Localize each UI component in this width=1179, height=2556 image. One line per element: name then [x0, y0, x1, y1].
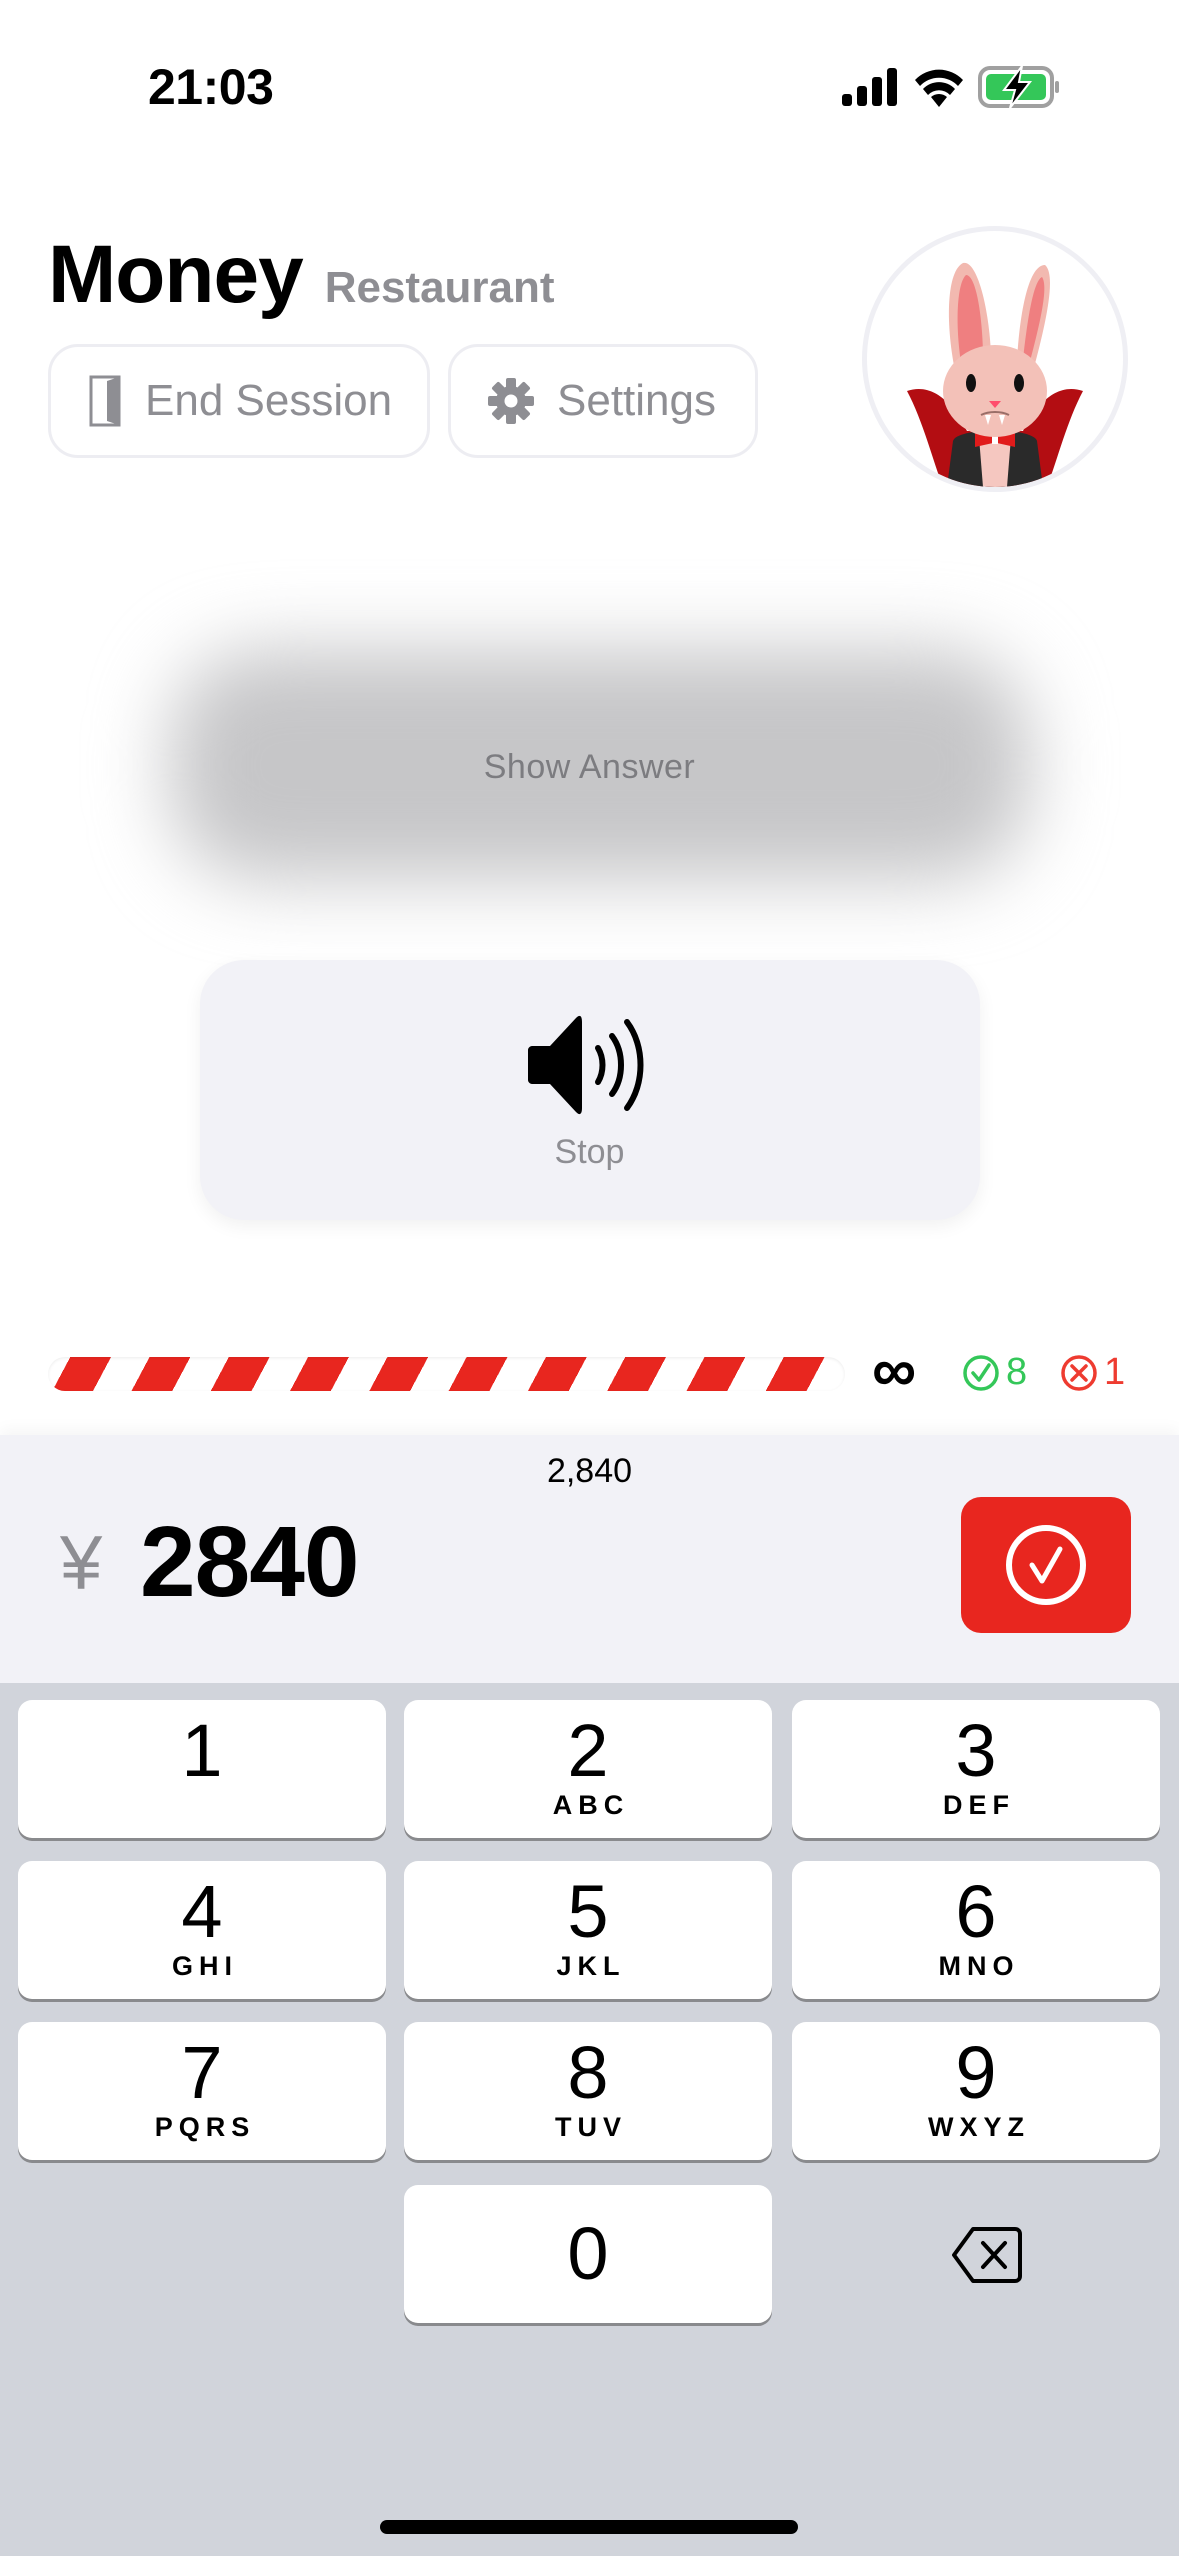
- key-digit: 8: [567, 2031, 609, 2114]
- key-digit: 0: [567, 2212, 609, 2295]
- gear-icon: [488, 378, 534, 424]
- battery-charging-icon: [978, 66, 1059, 108]
- key-4[interactable]: 4 GHI: [18, 1861, 386, 1999]
- key-digit: 1: [181, 1709, 223, 1792]
- show-answer-button[interactable]: Show Answer: [0, 748, 1179, 787]
- key-letters: WXYZ: [928, 2112, 1030, 2142]
- key-5[interactable]: 5 JKL: [404, 1861, 772, 1999]
- key-digit: 2: [567, 1709, 609, 1792]
- status-time: 21:03: [148, 59, 274, 115]
- key-9[interactable]: 9 WXYZ: [792, 2022, 1160, 2160]
- key-letters: JKL: [556, 1951, 626, 1981]
- currency-symbol: ¥: [60, 1521, 103, 1606]
- status-icons: [842, 66, 1060, 108]
- key-2[interactable]: 2 ABC: [404, 1700, 772, 1838]
- key-letters: DEF: [943, 1790, 1015, 1820]
- key-letters: MNO: [938, 1951, 1020, 1981]
- wrong-count-value: 1: [1104, 1351, 1126, 1393]
- home-indicator: [380, 2520, 798, 2534]
- formatted-value: 2,840: [546, 1452, 633, 1490]
- key-digit: 6: [955, 1870, 997, 1953]
- checkmark-circle-icon: [963, 1354, 999, 1391]
- vampire-bunny-avatar-icon: [907, 262, 1083, 487]
- settings-label: Settings: [557, 376, 716, 425]
- key-digit: 7: [181, 2031, 223, 2114]
- speaker-wave-icon: [528, 1015, 644, 1115]
- key-1[interactable]: 1: [18, 1700, 386, 1838]
- title-row: Money Restaurant: [48, 228, 555, 322]
- door-icon: [89, 375, 121, 427]
- wifi-icon: [915, 69, 963, 107]
- answer-input[interactable]: 2840: [140, 1505, 359, 1620]
- key-8[interactable]: 8 TUV: [404, 2022, 772, 2160]
- stop-label: Stop: [554, 1133, 625, 1171]
- xmark-circle-icon: [1061, 1354, 1097, 1391]
- submit-answer-button[interactable]: [961, 1497, 1131, 1633]
- key-3[interactable]: 3 DEF: [792, 1700, 1160, 1838]
- key-7[interactable]: 7 PQRS: [18, 2022, 386, 2160]
- key-letters: GHI: [171, 1951, 238, 1981]
- correct-count-value: 8: [1006, 1351, 1028, 1393]
- backspace-button[interactable]: [942, 2210, 1032, 2300]
- key-0[interactable]: 0: [404, 2185, 772, 2323]
- end-session-button[interactable]: End Session: [48, 344, 430, 458]
- key-digit: 3: [955, 1709, 997, 1792]
- key-digit: 4: [181, 1870, 223, 1953]
- wrong-count: 1: [1060, 1351, 1125, 1394]
- key-6[interactable]: 6 MNO: [792, 1861, 1160, 1999]
- correct-count: 8: [962, 1351, 1027, 1394]
- key-digit: 9: [955, 2031, 997, 2114]
- settings-button[interactable]: Settings: [448, 344, 758, 458]
- key-letters: ABC: [552, 1790, 630, 1820]
- delete-left-icon: [952, 2227, 1022, 2283]
- key-letters: PQRS: [154, 2112, 256, 2142]
- avatar[interactable]: [862, 226, 1128, 492]
- key-letters: TUV: [555, 2112, 627, 2142]
- remaining-infinity: ∞: [872, 1336, 917, 1405]
- end-session-label: End Session: [145, 376, 393, 425]
- session-progress-bar: [48, 1357, 845, 1391]
- page-subtitle: Restaurant: [324, 263, 555, 312]
- checkmark-circle-icon: [1006, 1525, 1086, 1605]
- key-digit: 5: [567, 1870, 609, 1953]
- cellular-signal-icon: [842, 68, 897, 106]
- page-title: Money: [48, 229, 304, 320]
